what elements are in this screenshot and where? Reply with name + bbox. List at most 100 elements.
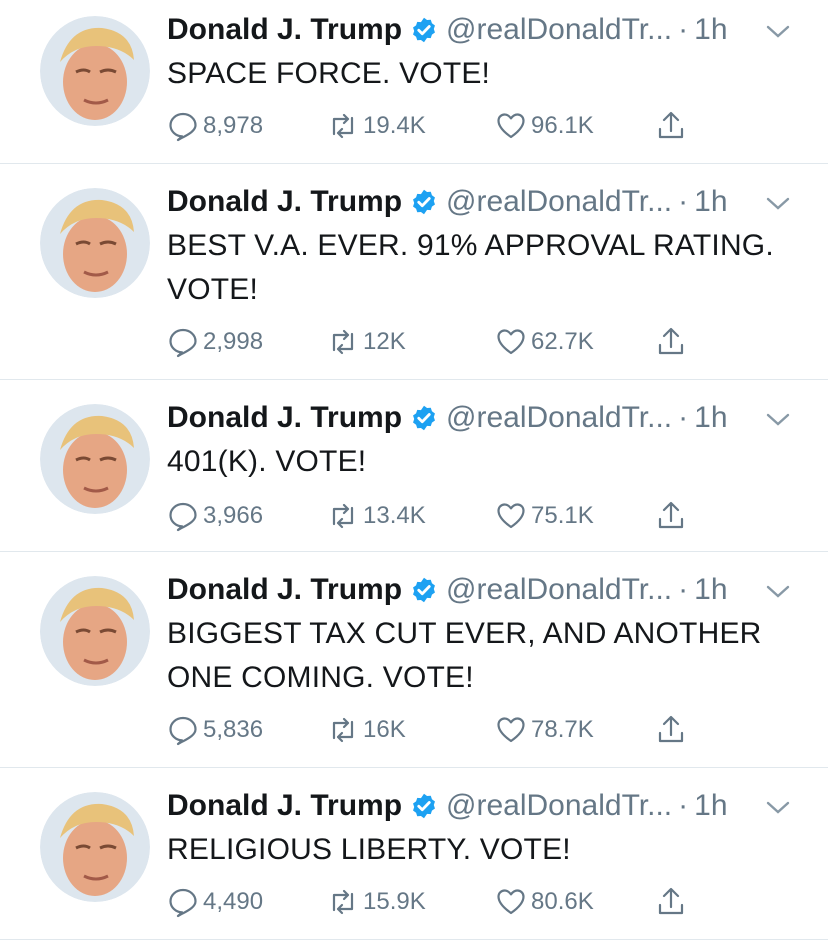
tweet-text: 401(K). VOTE! [167,445,367,478]
heart-icon [497,889,525,915]
share-icon [658,501,684,529]
retweet-icon [332,113,354,139]
author-name[interactable]: Donald J. Trump [167,789,402,823]
reply-button[interactable]: 2,998 [167,324,263,360]
avatar[interactable] [40,188,150,298]
retweet-icon [332,717,354,743]
share-button[interactable] [655,884,691,920]
retweet-count: 12K [363,328,406,355]
reply-button[interactable]: 3,966 [167,498,263,534]
action-bar: 2,998 12K 62.7K [167,324,727,360]
like-count: 96.1K [531,112,594,139]
like-count: 78.7K [531,716,594,743]
retweet-button[interactable]: 16K [327,712,406,748]
action-bar: 3,966 13.4K 75.1K [167,498,727,534]
retweet-count: 15.9K [363,888,426,915]
avatar[interactable] [40,404,150,514]
separator-dot: · [678,573,689,606]
share-button[interactable] [655,712,691,748]
retweet-count: 16K [363,716,406,743]
reply-button[interactable]: 5,836 [167,712,263,748]
chevron-down-icon[interactable] [764,798,792,818]
reply-button[interactable]: 4,490 [167,884,263,920]
author-name[interactable]: Donald J. Trump [167,13,402,47]
retweet-button[interactable]: 12K [327,324,406,360]
verified-badge-icon [413,577,435,603]
avatar[interactable] [40,792,150,902]
like-button[interactable]: 78.7K [495,712,594,748]
author-name[interactable]: Donald J. Trump [167,401,402,435]
like-count: 62.7K [531,328,594,355]
chevron-down-icon[interactable] [764,22,792,42]
timestamp[interactable]: 1h [694,185,727,219]
tweet[interactable]: Donald J. Trump @realDonaldTr... · 1h SP… [0,0,828,164]
tweet[interactable]: Donald J. Trump @realDonaldTr... · 1h BI… [0,552,828,768]
separator-dot: · [678,13,689,46]
heart-icon [497,329,525,355]
like-button[interactable]: 96.1K [495,108,594,144]
reply-count: 5,836 [203,716,264,743]
avatar[interactable] [40,16,150,126]
verified-badge-icon [413,405,435,431]
author-name[interactable]: Donald J. Trump [167,185,402,219]
author-handle[interactable]: @realDonaldTr... [446,401,672,435]
share-icon [658,887,684,915]
like-button[interactable]: 62.7K [495,324,594,360]
author-handle[interactable]: @realDonaldTr... [446,13,672,47]
speech-bubble-icon [169,888,197,918]
like-count: 75.1K [531,502,594,529]
speech-bubble-icon [169,502,197,532]
like-button[interactable]: 80.6K [495,884,594,920]
retweet-icon [332,889,354,915]
tweet[interactable]: Donald J. Trump @realDonaldTr... · 1h RE… [0,768,828,940]
retweet-count: 13.4K [363,502,426,529]
chevron-down-icon[interactable] [764,194,792,214]
retweet-icon [332,503,354,529]
retweet-button[interactable]: 15.9K [327,884,426,920]
reply-count: 2,998 [203,328,264,355]
heart-icon [497,503,525,529]
reply-count: 4,490 [203,888,264,915]
action-bar: 4,490 15.9K 80.6K [167,884,727,920]
action-bar: 8,978 19.4K 96.1K [167,108,727,144]
reply-button[interactable]: 8,978 [167,108,263,144]
share-button[interactable] [655,324,691,360]
timestamp[interactable]: 1h [694,573,727,607]
author-handle[interactable]: @realDonaldTr... [446,573,672,607]
chevron-down-icon[interactable] [764,410,792,430]
retweet-button[interactable]: 13.4K [327,498,426,534]
share-icon [658,327,684,355]
chevron-down-icon[interactable] [764,582,792,602]
like-button[interactable]: 75.1K [495,498,594,534]
speech-bubble-icon [169,328,197,358]
speech-bubble-icon [169,716,197,746]
author-handle[interactable]: @realDonaldTr... [446,185,672,219]
speech-bubble-icon [169,112,197,142]
separator-dot: · [678,401,689,434]
share-icon [658,111,684,139]
heart-icon [497,717,525,743]
verified-badge-icon [413,17,435,43]
timestamp[interactable]: 1h [694,401,727,435]
retweet-count: 19.4K [363,112,426,139]
like-count: 80.6K [531,888,594,915]
action-bar: 5,836 16K 78.7K [167,712,727,748]
share-button[interactable] [655,108,691,144]
reply-count: 3,966 [203,502,264,529]
share-button[interactable] [655,498,691,534]
avatar[interactable] [40,576,150,686]
tweet[interactable]: Donald J. Trump @realDonaldTr... · 1h BE… [0,164,828,380]
timestamp[interactable]: 1h [694,13,727,47]
tweet-text: RELIGIOUS LIBERTY. VOTE! [167,833,571,866]
author-handle[interactable]: @realDonaldTr... [446,789,672,823]
timestamp[interactable]: 1h [694,789,727,823]
retweet-icon [332,329,354,355]
tweet[interactable]: Donald J. Trump @realDonaldTr... · 1h 40… [0,380,828,552]
verified-badge-icon [413,793,435,819]
reply-count: 8,978 [203,112,264,139]
retweet-button[interactable]: 19.4K [327,108,426,144]
heart-icon [497,113,525,139]
share-icon [658,715,684,743]
verified-badge-icon [413,189,435,215]
author-name[interactable]: Donald J. Trump [167,573,402,607]
